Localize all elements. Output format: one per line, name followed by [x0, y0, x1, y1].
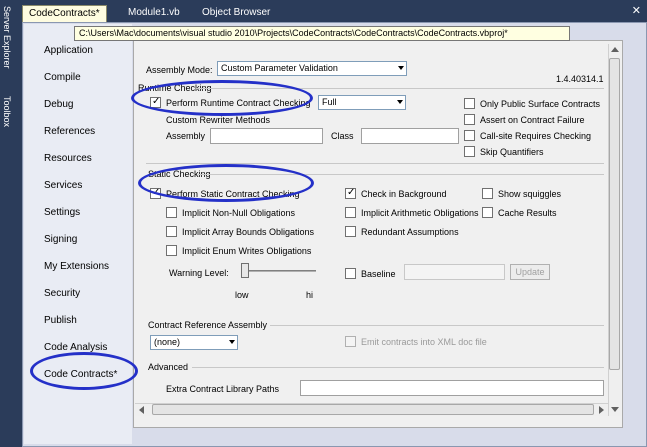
warning-level-slider-thumb[interactable]	[241, 263, 249, 278]
check-background-checkbox[interactable]	[345, 187, 356, 199]
perform-static-label: Perform Static Contract Checking	[166, 189, 300, 199]
assembly-mode-dropdown[interactable]: Custom Parameter Validation	[217, 61, 407, 76]
baseline-label: Baseline	[361, 269, 396, 279]
side-toolbar-strip: Server Explorer Toolbox	[0, 0, 18, 447]
tab-codecontracts[interactable]: CodeContracts*	[22, 5, 107, 22]
runtime-separator	[196, 88, 604, 89]
advanced-separator	[192, 367, 604, 368]
rewriter-assembly-input[interactable]	[210, 128, 323, 144]
section-separator	[146, 163, 604, 164]
baseline-path-input[interactable]	[404, 264, 505, 280]
warning-level-slider-track	[244, 270, 316, 272]
reference-assembly-value: (none)	[154, 337, 181, 347]
scroll-down-icon[interactable]	[611, 407, 619, 412]
reference-assembly-header: Contract Reference Assembly	[148, 320, 268, 330]
show-squiggles-label: Show squiggles	[498, 189, 562, 199]
scroll-left-icon[interactable]	[139, 406, 144, 414]
redundant-assumptions-label: Redundant Assumptions	[361, 227, 459, 237]
nav-item-services[interactable]: Services	[44, 180, 82, 191]
tab-object-browser[interactable]: Object Browser	[196, 5, 276, 22]
implicit-arithmetic-checkbox[interactable]	[345, 207, 356, 218]
nav-item-signing[interactable]: Signing	[44, 234, 77, 245]
assembly-mode-label: Assembly Mode:	[146, 65, 213, 75]
rewriter-class-label: Class	[331, 131, 354, 141]
properties-nav-pane: Application Compile Debug References Res…	[24, 24, 132, 444]
perform-static-checkbox[interactable]	[150, 187, 161, 199]
assert-on-failure-checkbox[interactable]	[464, 114, 475, 125]
rewriter-methods-label: Custom Rewriter Methods	[166, 115, 271, 125]
nav-item-resources[interactable]: Resources	[44, 153, 92, 164]
nav-item-code-analysis[interactable]: Code Analysis	[44, 342, 107, 353]
emit-xml-checkbox[interactable]	[345, 336, 356, 347]
slider-hi-label: hi	[306, 290, 314, 300]
nav-item-my-extensions[interactable]: My Extensions	[44, 261, 109, 272]
server-explorer-tab[interactable]: Server Explorer	[2, 6, 12, 69]
runtime-level-value: Full	[322, 97, 337, 107]
extra-library-paths-input[interactable]	[300, 380, 604, 396]
nav-item-settings[interactable]: Settings	[44, 207, 80, 218]
cache-results-label: Cache Results	[498, 208, 557, 218]
assembly-mode-value: Custom Parameter Validation	[221, 63, 338, 73]
implicit-arithmetic-label: Implicit Arithmetic Obligations	[361, 208, 479, 218]
scroll-up-icon[interactable]	[611, 47, 619, 52]
implicit-array-bounds-checkbox[interactable]	[166, 226, 177, 237]
tab-module1[interactable]: Module1.vb	[122, 5, 186, 22]
toolbox-tab[interactable]: Toolbox	[2, 96, 12, 127]
chevron-down-icon	[397, 100, 403, 104]
nav-item-references[interactable]: References	[44, 126, 95, 137]
emit-xml-label: Emit contracts into XML doc file	[361, 337, 487, 347]
nav-item-debug[interactable]: Debug	[44, 99, 73, 110]
nav-item-compile[interactable]: Compile	[44, 72, 81, 83]
perform-runtime-checkbox[interactable]	[150, 96, 161, 108]
redundant-assumptions-checkbox[interactable]	[345, 226, 356, 237]
extra-library-paths-label: Extra Contract Library Paths	[166, 384, 280, 394]
nav-item-code-contracts[interactable]: Code Contracts*	[44, 369, 117, 380]
implicit-array-bounds-label: Implicit Array Bounds Obligations	[182, 227, 315, 237]
slider-low-label: low	[235, 290, 249, 300]
rewriter-assembly-label: Assembly	[166, 131, 206, 141]
static-separator	[198, 174, 604, 175]
project-path-tooltip: C:\Users\Mac\documents\visual studio 201…	[74, 26, 570, 41]
chevron-down-icon	[398, 66, 404, 70]
implicit-enum-checkbox[interactable]	[166, 245, 177, 256]
vertical-scroll-thumb[interactable]	[609, 58, 620, 370]
reference-assembly-dropdown[interactable]: (none)	[150, 335, 238, 350]
nav-item-application[interactable]: Application	[44, 45, 93, 56]
scroll-right-icon[interactable]	[599, 406, 604, 414]
document-tab-strip: CodeContracts* Module1.vb Object Browser…	[18, 0, 647, 22]
rewriter-class-input[interactable]	[361, 128, 459, 144]
nav-item-security[interactable]: Security	[44, 288, 80, 299]
implicit-non-null-checkbox[interactable]	[166, 207, 177, 218]
only-public-surface-label: Only Public Surface Contracts	[480, 99, 601, 109]
skip-quantifiers-label: Skip Quantifiers	[480, 147, 544, 157]
call-site-requires-label: Call-site Requires Checking	[480, 131, 592, 141]
perform-runtime-label: Perform Runtime Contract Checking	[166, 98, 311, 108]
assert-on-failure-label: Assert on Contract Failure	[480, 115, 585, 125]
check-background-label: Check in Background	[361, 189, 447, 199]
implicit-enum-label: Implicit Enum Writes Obligations	[182, 246, 312, 256]
only-public-surface-checkbox[interactable]	[464, 98, 475, 109]
call-site-requires-checkbox[interactable]	[464, 130, 475, 141]
baseline-checkbox[interactable]	[345, 268, 356, 279]
warning-level-label: Warning Level:	[169, 268, 229, 278]
nav-item-publish[interactable]: Publish	[44, 315, 77, 326]
horizontal-scroll-thumb[interactable]	[152, 404, 594, 415]
reference-separator	[270, 325, 604, 326]
advanced-header: Advanced	[148, 362, 189, 372]
update-button[interactable]: Update	[510, 264, 550, 280]
runtime-level-dropdown[interactable]: Full	[318, 95, 406, 110]
implicit-non-null-label: Implicit Non-Null Obligations	[182, 208, 296, 218]
show-squiggles-checkbox[interactable]	[482, 188, 493, 199]
cache-results-checkbox[interactable]	[482, 207, 493, 218]
chevron-down-icon	[229, 340, 235, 344]
skip-quantifiers-checkbox[interactable]	[464, 146, 475, 157]
close-icon[interactable]: ✕	[632, 4, 641, 17]
version-label: 1.4.40314.1	[556, 74, 604, 84]
